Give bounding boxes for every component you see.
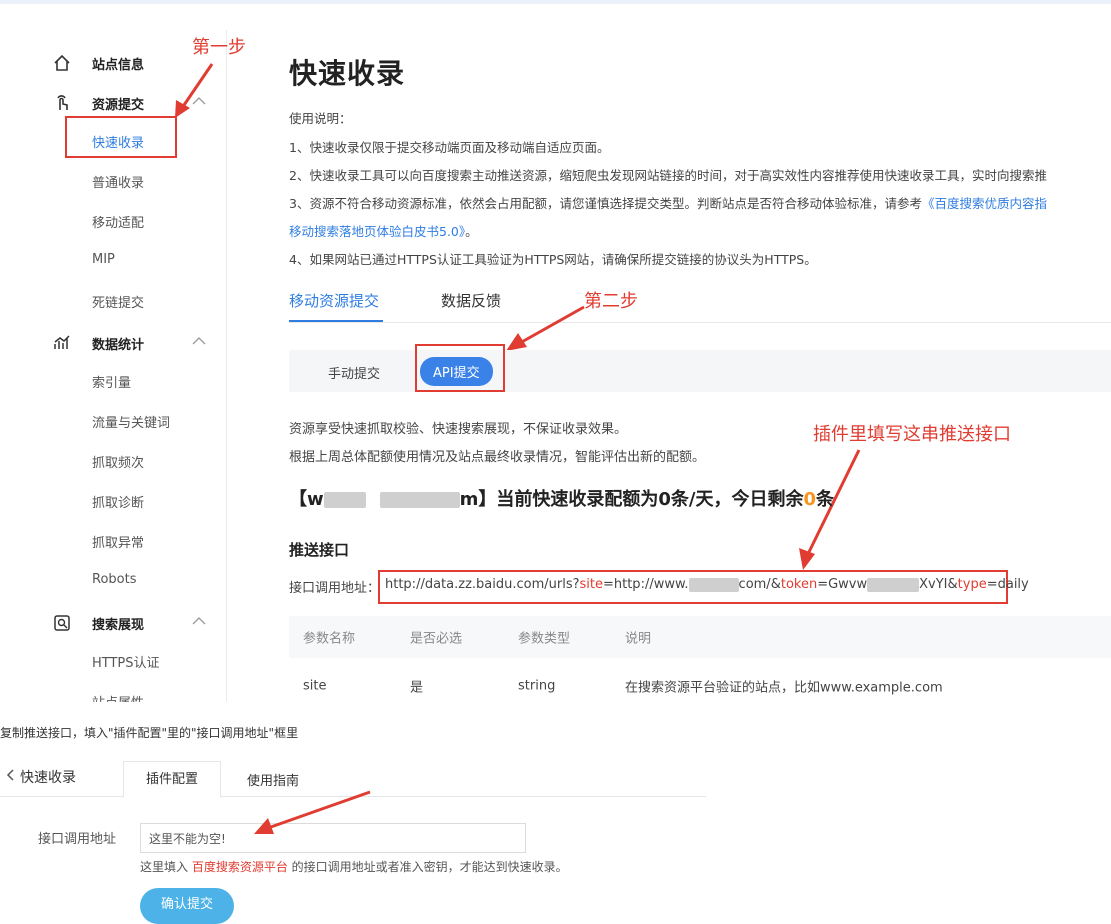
sidebar-section-label: 站点信息 xyxy=(92,57,145,73)
sidebar-item-robots[interactable]: Robots xyxy=(92,572,136,587)
help-suffix: 的接口调用地址或者准入密钥，才能达到快速收录。 xyxy=(287,860,568,874)
submit-mode-bar xyxy=(289,350,1111,392)
annotation-step2: 第二步 xyxy=(584,291,638,312)
annotation-fill-hint: 插件里填写这串推送接口 xyxy=(813,424,1011,445)
tab-plugin-config[interactable]: 插件配置 xyxy=(123,761,221,798)
sidebar-item-crawl-diagnosis[interactable]: 抓取诊断 xyxy=(92,492,144,511)
sidebar-item-traffic-keywords[interactable]: 流量与关键词 xyxy=(92,412,170,431)
sidebar-item-https[interactable]: HTTPS认证 xyxy=(92,652,160,671)
col-header-required: 是否必选 xyxy=(410,631,463,647)
quota-text: m】当前快速收录配额为0条/天，今日剩余 xyxy=(459,489,804,510)
page-title: 快速收录 xyxy=(289,57,406,90)
top-bar xyxy=(0,0,1111,4)
url-param-token: token xyxy=(780,577,818,592)
annotation-arrow-step2 xyxy=(506,305,585,351)
annotation-step1: 第一步 xyxy=(192,37,246,58)
home-icon xyxy=(52,53,72,73)
usage-line-2: 2、快速收录工具可以向百度搜索主动推送资源，缩短爬虫发现网站链接的时间，对于高实… xyxy=(289,168,1047,183)
usage-punct: 。 xyxy=(465,224,478,239)
hand-tap-icon xyxy=(52,93,72,113)
col-header-name: 参数名称 xyxy=(303,631,356,647)
cell-type: string xyxy=(518,678,556,694)
sidebar-item-crawl-frequency[interactable]: 抓取频次 xyxy=(92,452,144,471)
cell-param-name: site xyxy=(303,678,327,694)
col-header-desc: 说明 xyxy=(625,631,652,647)
url-param-type: type xyxy=(957,577,987,592)
push-interface-title: 推送接口 xyxy=(289,541,350,559)
tab-usage-guide[interactable]: 使用指南 xyxy=(247,770,299,789)
quota-remaining: 0 xyxy=(803,489,817,510)
url-part: =daily xyxy=(986,577,1029,592)
quota-line: 【w m】当前快速收录配额为0条/天，今日剩余0条 xyxy=(289,485,834,511)
back-label: 快速收录 xyxy=(20,770,76,786)
url-part: =Gwvw xyxy=(817,577,868,592)
url-param-site: site xyxy=(579,577,603,592)
confirm-submit-button[interactable]: 确认提交 xyxy=(140,888,234,924)
usage-line-3-text: 3、资源不符合移动资源标准，依然会占用配额，请您谨慎选择提交类型。判断站点是否符… xyxy=(289,196,922,211)
sidebar-section-label: 数据统计 xyxy=(92,337,145,353)
whitepaper-link[interactable]: 移动搜索落地页体验白皮书5.0》 xyxy=(289,224,465,239)
tab-data-feedback[interactable]: 数据反馈 xyxy=(441,290,501,311)
platform-link[interactable]: 百度搜索资源平台 xyxy=(192,860,288,874)
note-1: 资源享受快速抓取校验、快速搜索展现，不保证收录效果。 xyxy=(289,422,628,437)
sidebar-clip: 站点属性 xyxy=(0,688,226,702)
url-part: com/& xyxy=(738,577,781,592)
sidebar-item-normal-index[interactable]: 普通收录 xyxy=(92,172,144,191)
endpoint-label: 接口调用地址： xyxy=(289,581,381,596)
usage-line-4: 4、如果网站已通过HTTPS认证工具验证为HTTPS网站，请确保所提交链接的协议… xyxy=(289,252,817,267)
back-link[interactable]: 快速收录 xyxy=(6,767,76,787)
guideline-link[interactable]: 《百度搜索优质内容指 xyxy=(922,196,1047,211)
input-help-text: 这里填入 百度搜索资源平台 的接口调用地址或者准入密钥，才能达到快速收录。 xyxy=(140,858,568,875)
redacted-block xyxy=(379,492,460,508)
cell-required: 是 xyxy=(410,680,424,696)
url-part: http://data.zz.baidu.com/urls? xyxy=(385,577,580,592)
sidebar-item-deadlink[interactable]: 死链提交 xyxy=(92,292,144,311)
col-header-type: 参数类型 xyxy=(518,631,571,647)
sidebar-section-site-info[interactable]: 站点信息 xyxy=(52,53,144,73)
instruction-caption: 复制推送接口，填入"插件配置"里的"接口调用地址"框里 xyxy=(0,726,299,740)
help-prefix: 这里填入 xyxy=(140,860,192,874)
sidebar-item-crawl-errors[interactable]: 抓取异常 xyxy=(92,532,144,551)
redacted-block xyxy=(867,577,920,592)
endpoint-url[interactable]: http://data.zz.baidu.com/urls?site=http:… xyxy=(385,577,1029,592)
step2-highlight-box xyxy=(415,344,505,392)
chevron-left-icon xyxy=(6,769,14,785)
redacted-block xyxy=(323,492,366,508)
sidebar-section-resource-submit[interactable]: 资源提交 xyxy=(52,93,206,113)
quota-suffix: 条 xyxy=(816,489,835,510)
sidebar-item-site-attributes[interactable]: 站点属性 xyxy=(92,692,144,702)
sidebar-section-search-display[interactable]: 搜索展现 xyxy=(52,613,206,633)
quota-site-prefix: 【w xyxy=(289,489,324,510)
note-2: 根据上周总体配额使用情况及站点最终收录情况，智能评估出新的配额。 xyxy=(289,450,706,465)
search-box-icon xyxy=(52,613,72,633)
sidebar-item-index-volume[interactable]: 索引量 xyxy=(92,372,131,391)
tab-manual-submit[interactable]: 手动提交 xyxy=(328,363,380,382)
sidebar-section-label: 资源提交 xyxy=(92,97,145,113)
params-table: 参数名称 是否必选 参数类型 说明 site 是 string 在搜索资源平台验… xyxy=(289,616,1111,714)
sidebar-item-mobile-adapt[interactable]: 移动适配 xyxy=(92,212,144,231)
usage-line-3: 3、资源不符合移动资源标准，依然会占用配额，请您谨慎选择提交类型。判断站点是否符… xyxy=(289,193,1111,212)
chevron-up-icon[interactable] xyxy=(192,615,206,630)
sidebar-section-data-stats[interactable]: 数据统计 xyxy=(52,333,206,353)
redacted-block xyxy=(688,577,739,592)
table-header: 参数名称 是否必选 参数类型 说明 xyxy=(289,616,1111,658)
usage-line-3b: 移动搜索落地页体验白皮书5.0》。 xyxy=(289,221,478,240)
tab-mobile-submit[interactable]: 移动资源提交 xyxy=(289,290,379,311)
chevron-up-icon[interactable] xyxy=(192,335,206,350)
step1-highlight-box xyxy=(65,116,177,158)
usage-title: 使用说明： xyxy=(289,111,352,126)
field-label-endpoint: 接口调用地址 xyxy=(38,832,117,847)
tabs-divider xyxy=(289,322,1111,323)
url-part: =http://www. xyxy=(602,577,689,592)
cell-desc: 在搜索资源平台验证的站点，比如www.example.com xyxy=(625,680,943,696)
url-part: XvYI& xyxy=(919,577,958,592)
chart-line-icon xyxy=(52,333,72,353)
annotation-arrow-step1 xyxy=(175,63,214,118)
sidebar-section-label: 搜索展现 xyxy=(92,617,145,633)
annotation-arrow-input xyxy=(254,790,371,834)
sidebar-item-mip[interactable]: MIP xyxy=(92,252,115,267)
usage-line-1: 1、快速收录仅限于提交移动端页面及移动端自适应页面。 xyxy=(289,140,610,155)
